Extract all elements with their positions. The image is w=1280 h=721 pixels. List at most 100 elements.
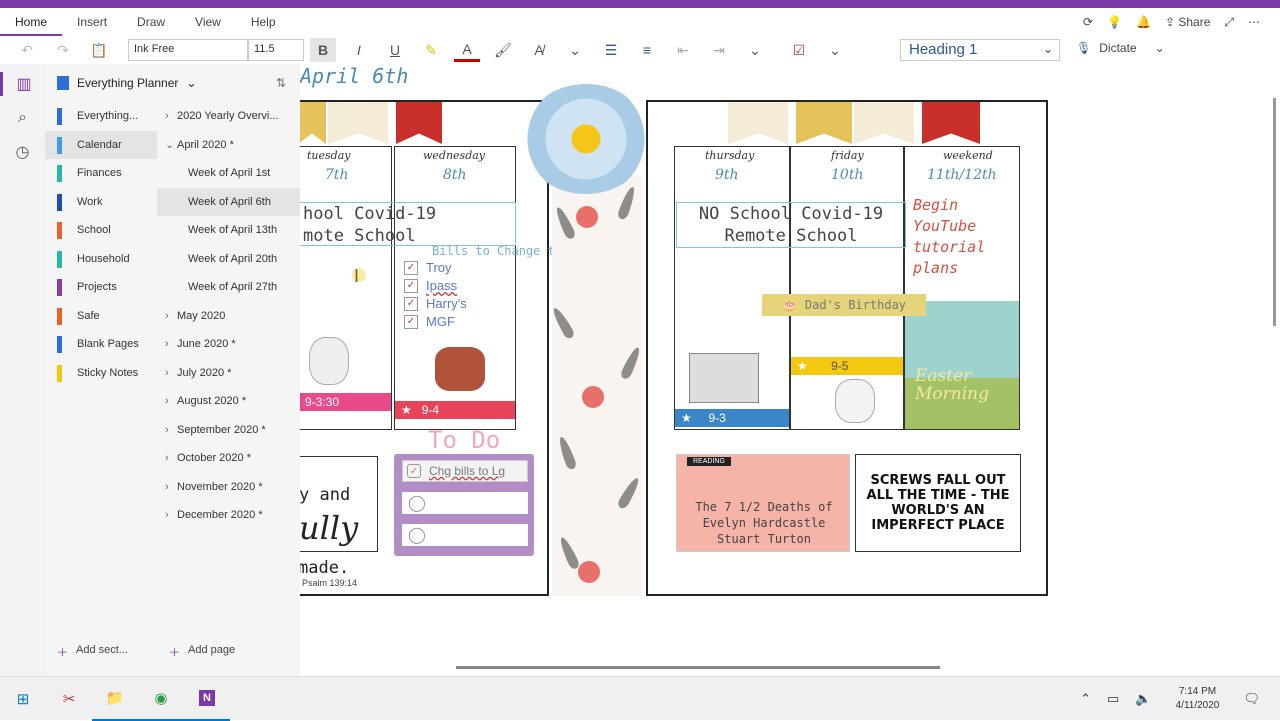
- redo-icon[interactable]: ↷: [50, 38, 76, 62]
- windows-start-icon[interactable]: ⊞: [0, 677, 46, 721]
- page-item[interactable]: ⌄ April 2020 *: [157, 131, 300, 159]
- page-item[interactable]: › 2020 Yearly Overvi...: [157, 102, 300, 130]
- checkbox-checked-icon[interactable]: ✓: [404, 260, 418, 275]
- todo-item-empty[interactable]: ◯: [402, 492, 528, 514]
- section-item[interactable]: Work: [45, 188, 157, 216]
- page-item[interactable]: › December 2020 *: [157, 501, 300, 529]
- onenote-icon[interactable]: N: [184, 677, 230, 721]
- todo-item[interactable]: ✓ Chg bills to Lg: [402, 460, 528, 482]
- vertical-scrollbar[interactable]: [1273, 98, 1276, 326]
- todo-tag-icon[interactable]: ☑: [786, 38, 812, 62]
- highlighter-icon[interactable]: ✎: [418, 38, 444, 62]
- chevron-down-icon[interactable]: ⌄: [742, 38, 768, 62]
- page-item[interactable]: Week of April 6th: [157, 187, 300, 216]
- page-item[interactable]: › May 2020: [157, 302, 300, 330]
- clock[interactable]: 7:14 PM 4/11/2020: [1167, 685, 1227, 713]
- bullets-icon[interactable]: ☰: [598, 38, 624, 62]
- section-item[interactable]: Blank Pages: [45, 330, 157, 358]
- fullscreen-icon[interactable]: ⤢: [1224, 15, 1234, 30]
- tab-help[interactable]: Help: [236, 8, 291, 36]
- tab-view[interactable]: View: [180, 8, 236, 36]
- bill-item[interactable]: ✓ MGF: [404, 314, 455, 329]
- clear-formatting-icon[interactable]: A̸: [526, 38, 552, 62]
- chevron-right-icon[interactable]: ›: [165, 110, 177, 122]
- recent-icon[interactable]: ◷: [0, 140, 45, 164]
- font-size-field[interactable]: 11.5: [248, 39, 304, 61]
- chevron-right-icon[interactable]: ›: [165, 338, 177, 350]
- checkbox-checked-icon[interactable]: ✓: [404, 296, 418, 311]
- tab-home[interactable]: Home: [0, 8, 63, 36]
- indent-icon[interactable]: ⇥: [706, 38, 732, 62]
- sort-icon[interactable]: ⇅: [276, 76, 286, 90]
- clipboard-icon[interactable]: 📋: [86, 38, 112, 62]
- sync-icon[interactable]: ⟳: [1083, 15, 1093, 29]
- add-section-button[interactable]: ＋ Add sect...: [57, 644, 128, 660]
- font-name-field[interactable]: Ink Free: [128, 39, 248, 61]
- chevron-right-icon[interactable]: ›: [165, 310, 177, 322]
- checkbox-checked-icon[interactable]: ✓: [404, 278, 418, 293]
- page-item[interactable]: Week of April 13th: [157, 216, 300, 244]
- volume-icon[interactable]: 🔈: [1135, 691, 1151, 707]
- chrome-icon[interactable]: ◉: [138, 677, 184, 721]
- tab-draw[interactable]: Draw: [122, 8, 180, 36]
- chevron-right-icon[interactable]: ›: [165, 481, 177, 493]
- notifications-icon[interactable]: 🗨: [1243, 691, 1260, 707]
- battery-icon[interactable]: ▭: [1107, 691, 1119, 707]
- search-icon[interactable]: ⌕: [0, 106, 45, 130]
- chevron-down-icon[interactable]: ⌄: [822, 38, 848, 62]
- page-item[interactable]: › October 2020 *: [157, 444, 300, 472]
- format-painter-icon[interactable]: 🖌: [490, 38, 516, 62]
- outdent-icon[interactable]: ⇤: [670, 38, 696, 62]
- covid-note-left[interactable]: hool Covid-19 mote School: [300, 202, 516, 246]
- snipping-tool-icon[interactable]: ✂: [46, 677, 92, 721]
- todo-item-empty[interactable]: ◯: [402, 524, 528, 546]
- chevron-right-icon[interactable]: ›: [165, 395, 177, 407]
- italic-button[interactable]: I: [346, 38, 372, 62]
- chevron-right-icon[interactable]: ›: [165, 452, 177, 464]
- checkbox-checked-icon[interactable]: ✓: [404, 314, 418, 329]
- bell-icon[interactable]: 🔔: [1136, 15, 1151, 29]
- section-item[interactable]: Household: [45, 245, 157, 273]
- file-explorer-icon[interactable]: 📁: [92, 677, 138, 721]
- underline-button[interactable]: U: [382, 38, 408, 62]
- numbering-icon[interactable]: ≡: [634, 38, 660, 62]
- bill-item[interactable]: ✓ Troy: [404, 260, 452, 275]
- section-item[interactable]: Sticky Notes: [45, 359, 157, 387]
- font-color-icon[interactable]: A: [454, 38, 480, 62]
- page-item[interactable]: Week of April 1st: [157, 159, 300, 187]
- section-item[interactable]: School: [45, 216, 157, 244]
- notebook-header[interactable]: Everything Planner ⌄ ⇅: [45, 64, 300, 102]
- birthday-banner[interactable]: 🎂 Dad's Birthday: [762, 294, 926, 316]
- section-item[interactable]: Projects: [45, 273, 157, 301]
- page-item[interactable]: › November 2020 *: [157, 473, 300, 501]
- notebooks-icon[interactable]: ▥: [0, 72, 45, 96]
- style-select[interactable]: Heading 1 ⌄: [900, 39, 1060, 61]
- page-item[interactable]: Week of April 27th: [157, 273, 300, 301]
- chevron-up-icon[interactable]: ⌃: [1080, 691, 1091, 707]
- bill-item[interactable]: ✓ Ipass: [404, 278, 457, 293]
- page-item[interactable]: › July 2020 *: [157, 359, 300, 387]
- tab-insert[interactable]: Insert: [62, 8, 122, 36]
- chevron-down-icon[interactable]: ⌄: [165, 138, 177, 151]
- section-item[interactable]: Safe: [45, 302, 157, 330]
- page-title[interactable]: April 6th: [300, 64, 408, 88]
- page-item[interactable]: › September 2020 *: [157, 416, 300, 444]
- chevron-down-icon[interactable]: ⌄: [562, 38, 588, 62]
- bill-item[interactable]: ✓ Harry's: [404, 296, 467, 311]
- page-item[interactable]: › August 2020 *: [157, 387, 300, 415]
- chevron-right-icon[interactable]: ›: [165, 509, 177, 521]
- page-item[interactable]: › June 2020 *: [157, 330, 300, 358]
- section-item[interactable]: Finances: [45, 159, 157, 187]
- page-item[interactable]: Week of April 20th: [157, 245, 300, 273]
- dictate-button[interactable]: 🎙 Dictate ⌄: [1076, 41, 1165, 55]
- covid-note-right[interactable]: NO School Covid-19 Remote School: [676, 202, 906, 248]
- chevron-right-icon[interactable]: ›: [165, 367, 177, 379]
- lightbulb-icon[interactable]: 💡: [1107, 15, 1122, 29]
- more-options-icon[interactable]: ⋯: [1248, 15, 1260, 29]
- chevron-right-icon[interactable]: ›: [165, 424, 177, 436]
- section-item[interactable]: Everything...: [45, 102, 157, 130]
- undo-icon[interactable]: ↶: [14, 38, 40, 62]
- section-item[interactable]: Calendar: [45, 130, 157, 159]
- add-page-button[interactable]: ＋ Add page: [169, 644, 235, 660]
- weekend-note[interactable]: Begin YouTube tutorial plans: [913, 195, 1013, 279]
